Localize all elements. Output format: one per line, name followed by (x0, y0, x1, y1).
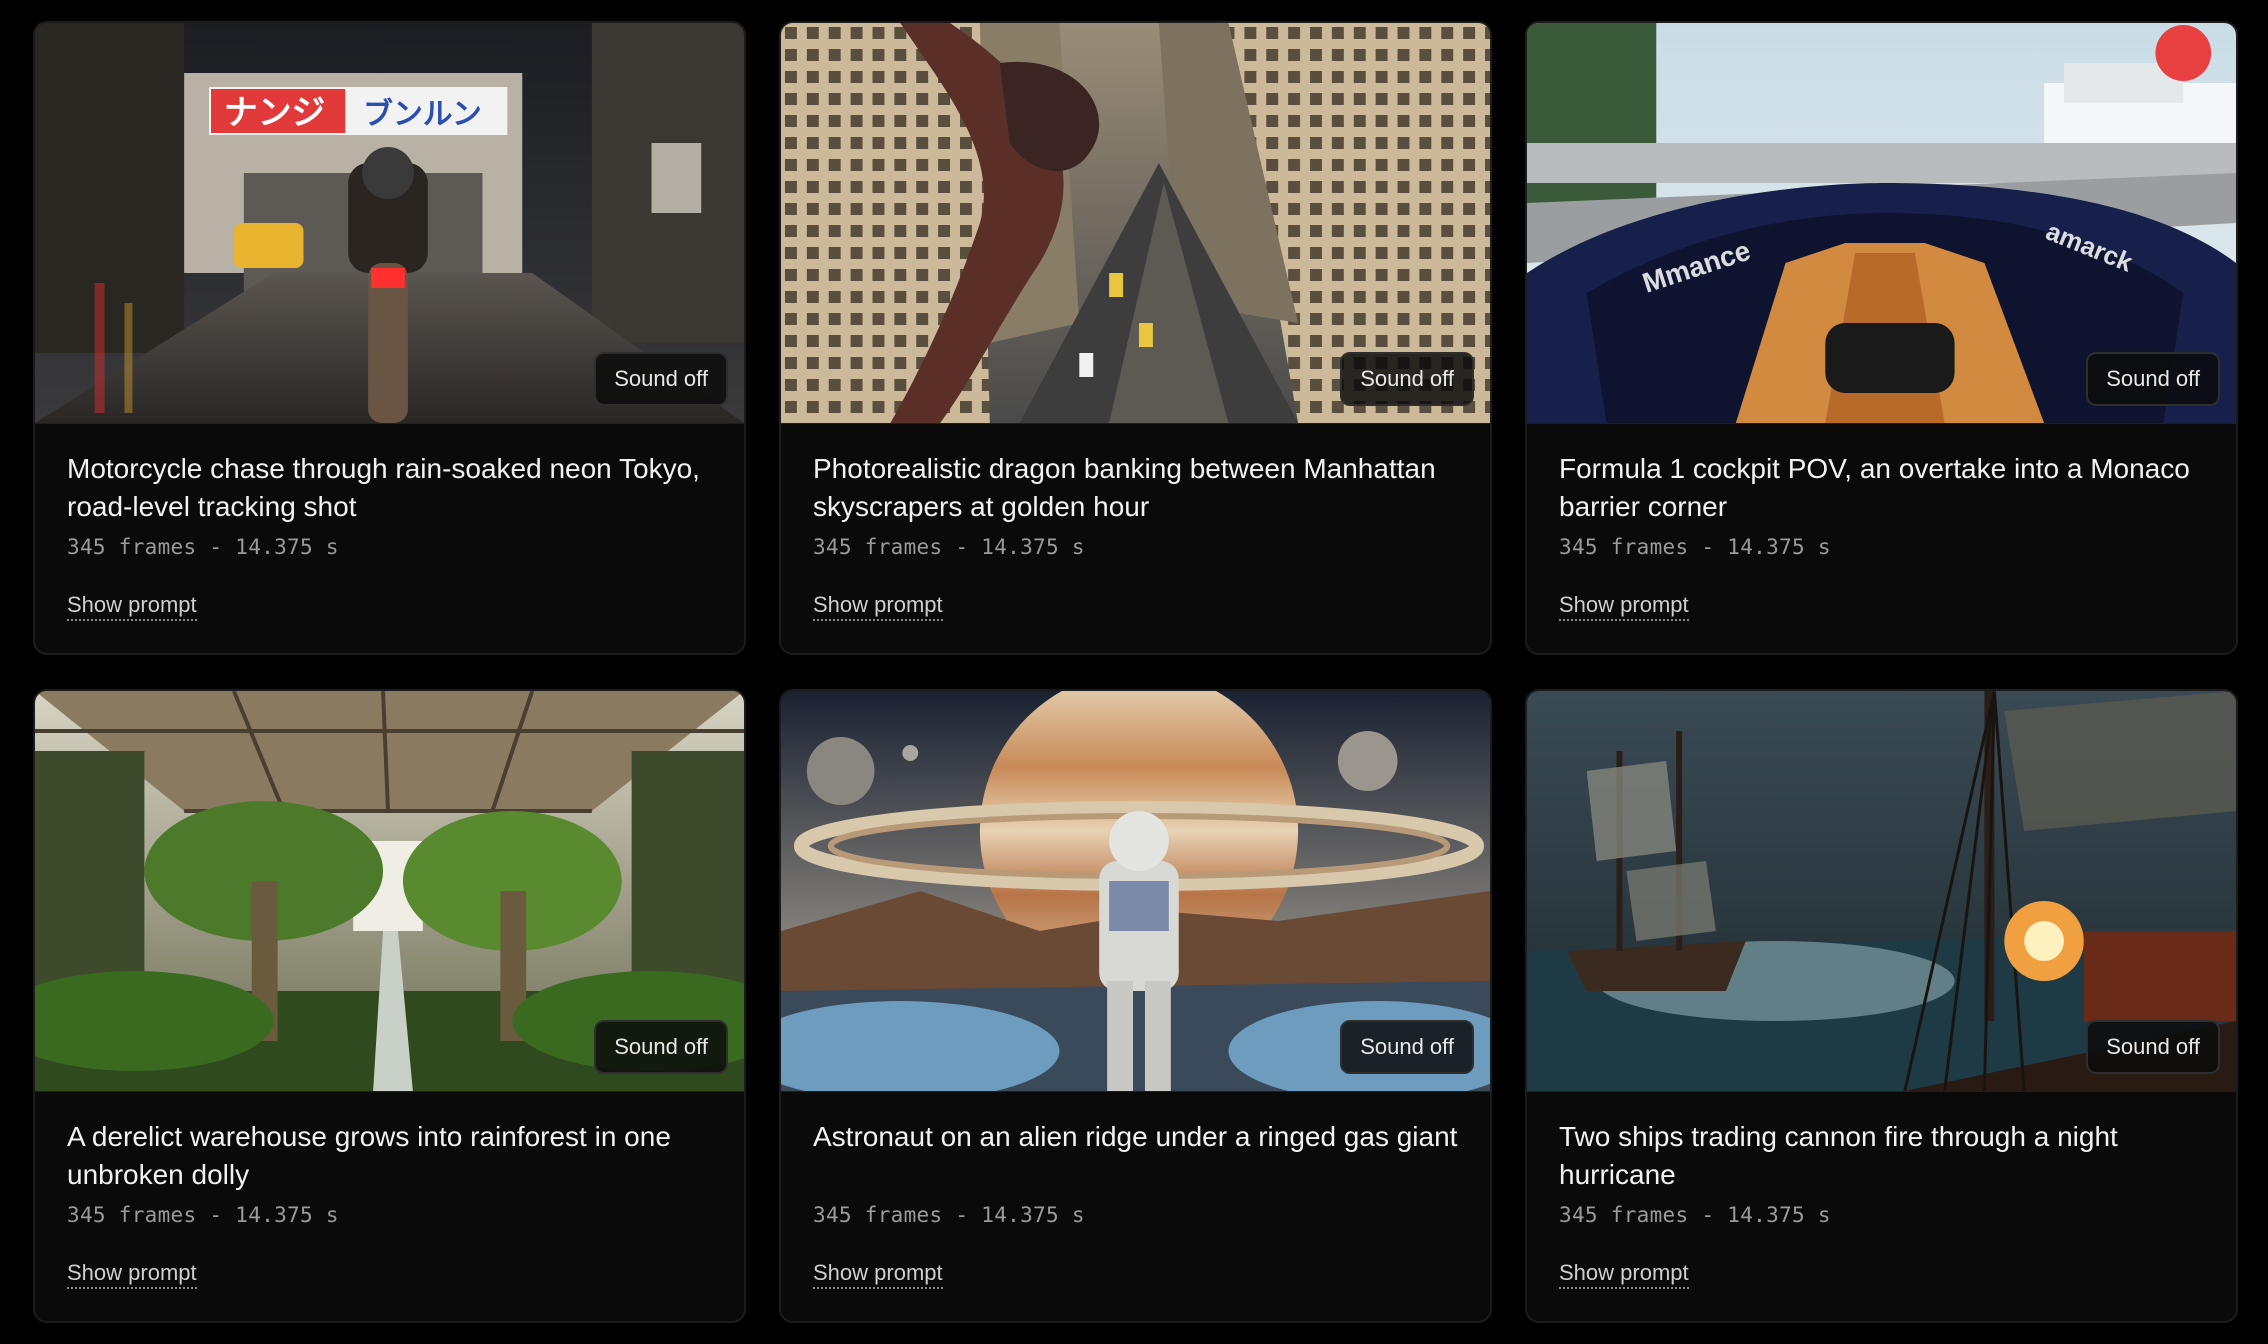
video-card: Sound off Two ships trading cannon fire … (1525, 689, 2238, 1323)
video-meta: 345 frames - 14.375 s (813, 535, 1085, 559)
video-thumbnail-astronaut[interactable]: Sound off (781, 691, 1490, 1092)
video-title: Astronaut on an alien ridge under a ring… (813, 1121, 1458, 1152)
video-thumbnail-f1[interactable]: Mmance amarck Sound off (1527, 23, 2236, 424)
video-meta: 345 frames - 14.375 s (67, 535, 339, 559)
neon-sign-text: ナンジ (224, 93, 325, 132)
show-prompt-link[interactable]: Show prompt (813, 1260, 943, 1289)
show-prompt-link[interactable]: Show prompt (813, 592, 943, 621)
video-title: Two ships trading cannon fire through a … (1559, 1121, 2118, 1190)
video-thumbnail-tokyo[interactable]: ナンジ ブンルン Sound off (35, 23, 744, 424)
video-meta: 345 frames - 14.375 s (67, 1203, 339, 1227)
show-prompt-link[interactable]: Show prompt (1559, 592, 1689, 621)
sound-toggle-button[interactable]: Sound off (2086, 352, 2220, 406)
show-prompt-link[interactable]: Show prompt (67, 1260, 197, 1289)
video-title: Photorealistic dragon banking between Ma… (813, 453, 1436, 522)
video-meta: 345 frames - 14.375 s (813, 1203, 1085, 1227)
sound-toggle-button[interactable]: Sound off (594, 352, 728, 406)
video-gallery-grid: ナンジ ブンルン Sound off Motorcycle chase thro… (33, 21, 2238, 1323)
video-title: Formula 1 cockpit POV, an overtake into … (1559, 453, 2190, 522)
sound-toggle-button[interactable]: Sound off (1340, 352, 1474, 406)
video-meta: 345 frames - 14.375 s (1559, 1203, 1831, 1227)
sound-toggle-button[interactable]: Sound off (594, 1020, 728, 1074)
video-meta: 345 frames - 14.375 s (1559, 535, 1831, 559)
sound-toggle-button[interactable]: Sound off (2086, 1020, 2220, 1074)
show-prompt-link[interactable]: Show prompt (1559, 1260, 1689, 1289)
video-card: ナンジ ブンルン Sound off Motorcycle chase thro… (33, 21, 746, 655)
video-card: Mmance amarck Sound off Formula 1 cockpi… (1525, 21, 2238, 655)
video-title: Motorcycle chase through rain-soaked neo… (67, 453, 700, 522)
video-thumbnail-dragon[interactable]: Sound off (781, 23, 1490, 424)
video-card: Sound off Astronaut on an alien ridge un… (779, 689, 1492, 1323)
video-card: Sound off Photorealistic dragon banking … (779, 21, 1492, 655)
video-title: A derelict warehouse grows into rainfore… (67, 1121, 671, 1190)
neon-sign-text-2: ブンルン (363, 97, 482, 132)
video-card: Sound off A derelict warehouse grows int… (33, 689, 746, 1323)
video-thumbnail-ships[interactable]: Sound off (1527, 691, 2236, 1092)
sound-toggle-button[interactable]: Sound off (1340, 1020, 1474, 1074)
show-prompt-link[interactable]: Show prompt (67, 592, 197, 621)
video-thumbnail-rainforest[interactable]: Sound off (35, 691, 744, 1092)
